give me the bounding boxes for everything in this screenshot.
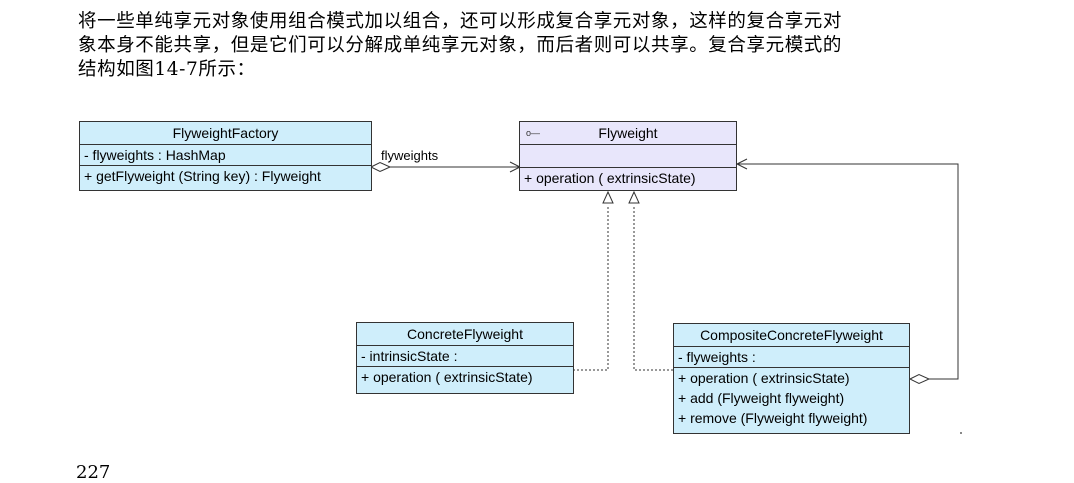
class-flyweight: o— Flyweight + operation ( extrinsicStat… [519,121,737,191]
class-name: ConcreteFlyweight [357,323,573,346]
class-name: CompositeConcreteFlyweight [674,324,909,347]
factory-aggregation-diamond [369,161,392,173]
operations-section: + operation ( extrinsicState) [357,367,573,387]
class-composite-flyweight: CompositeConcreteFlyweight - flyweights … [673,323,910,434]
attribute-row: - intrinsicState : [361,348,458,364]
concrete-realization-arrow [602,190,614,204]
operations-section: + getFlyweight (String key) : Flyweight [80,166,371,186]
composite-aggregation-diamond [908,373,931,385]
operation-row: + operation ( extrinsicState) [361,369,533,385]
operation-row: + add (Flyweight flyweight) [678,390,845,406]
stray-dot [960,432,962,434]
attributes-section: - flyweights : HashMap [80,145,371,166]
interface-icon: o— [526,128,541,138]
attributes-section: - intrinsicState : [357,346,573,367]
operation-row: + operation ( extrinsicState) [524,170,696,186]
class-name: FlyweightFactory [80,122,371,145]
operations-section: + operation ( extrinsicState) + add (Fly… [674,368,909,428]
attributes-section: - flyweights : [674,347,909,368]
uml-connectors [369,158,959,385]
attribute-row: - flyweights : HashMap [84,147,226,163]
attribute-row: - flyweights : [678,349,756,365]
operation-row: + remove (Flyweight flyweight) [678,410,868,426]
association-label: flyweights [381,148,439,163]
concrete-realization-line [573,205,609,371]
operations-section: + operation ( extrinsicState) [520,168,736,188]
class-name: Flyweight [520,122,736,145]
operation-row: + getFlyweight (String key) : Flyweight [84,168,321,184]
operation-row: + operation ( extrinsicState) [678,370,850,386]
class-concrete-flyweight: ConcreteFlyweight - intrinsicState : + o… [356,322,574,394]
attributes-section [520,145,736,168]
class-flyweight-factory: FlyweightFactory - flyweights : HashMap … [79,121,372,191]
page-number: 227 [76,462,111,483]
composite-realization-arrow [628,190,640,204]
composite-realization-line [633,205,673,371]
